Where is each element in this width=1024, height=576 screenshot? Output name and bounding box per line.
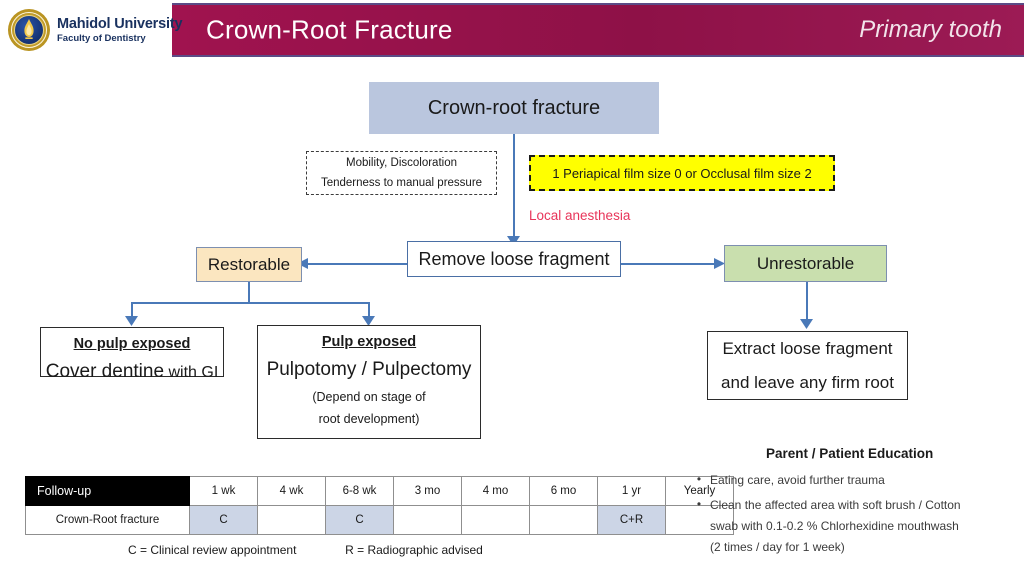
node-unrestorable[interactable]: Unrestorable (724, 245, 887, 282)
clinical-signs-line1: Mobility, Discoloration (346, 156, 457, 169)
followup-table: Follow-up 1 wk 4 wk 6-8 wk 3 mo 4 mo 6 m… (25, 476, 734, 535)
row-label-crown-root-fracture: Crown-Root fracture (25, 505, 190, 535)
arrowhead-to-extract (800, 319, 813, 329)
node-restorable-label: Restorable (207, 254, 291, 274)
node-clinical-signs: Mobility, Discoloration Tenderness to ma… (306, 151, 497, 195)
arrowhead-to-no-pulp (125, 316, 138, 326)
node-crown-root-fracture-label: Crown-root fracture (427, 96, 601, 119)
clinical-signs-line2: Tenderness to manual pressure (320, 177, 483, 189)
cell-3 (393, 505, 462, 535)
no-pulp-title: No pulp exposed (73, 336, 191, 352)
flame-emblem-icon (24, 19, 34, 39)
connector-remove-to-unrestorable (620, 263, 716, 265)
cell-4 (461, 505, 530, 535)
extract-line1: Extract loose fragment (722, 338, 893, 358)
node-radiograph-requirement: 1 Periapical film size 0 or Occlusal fil… (529, 155, 835, 191)
logo-faculty-name: Faculty of Dentistry (57, 33, 146, 44)
header-subtitle: Primary tooth (859, 16, 1002, 43)
list-item: • Clean the affected area with soft brus… (688, 495, 1024, 558)
education-item-0-line-0: Eating care, avoid further trauma (710, 473, 885, 487)
list-item: • Eating care, avoid further trauma (688, 470, 1024, 491)
table-header-row: Follow-up 1 wk 4 wk 6-8 wk 3 mo 4 mo 6 m… (25, 476, 734, 506)
node-no-pulp-exposed[interactable]: No pulp exposed Cover dentine with GI (40, 327, 224, 382)
node-unrestorable-label: Unrestorable (756, 253, 855, 273)
node-remove-loose-fragment[interactable]: Remove loose fragment (407, 241, 621, 277)
slide-canvas: Crown-Root Fracture Primary tooth Mahido… (0, 0, 1024, 576)
no-pulp-main: Cover dentine (45, 361, 165, 382)
cell-1 (257, 505, 326, 535)
legend-clinical: C = Clinical review appointment (128, 543, 297, 557)
legend-radiographic: R = Radiographic advised (345, 543, 483, 557)
node-remove-loose-fragment-label: Remove loose fragment (418, 248, 610, 269)
column-header-2: 6-8 wk (325, 476, 394, 506)
connector-remove-to-restorable (306, 263, 410, 265)
mahidol-seal-icon (8, 9, 50, 51)
connector-restorable-bridge (131, 302, 369, 304)
education-list: • Eating care, avoid further trauma • Cl… (688, 470, 1024, 562)
radiograph-requirement-label: 1 Periapical film size 0 or Occlusal fil… (552, 165, 812, 181)
node-pulp-exposed[interactable]: Pulp exposed Pulpotomy / Pulpectomy (Dep… (257, 325, 481, 439)
header-bar: Crown-Root Fracture Primary tooth (172, 3, 1024, 57)
column-header-6: 1 yr (597, 476, 666, 506)
logo-university-name: Mahidol University (57, 15, 183, 32)
connector-top-to-remove (513, 134, 515, 240)
table-row: Crown-Root fracture C C C+R (25, 505, 734, 535)
column-header-3: 3 mo (393, 476, 462, 506)
pulp-exposed-sub2: root development) (318, 412, 420, 426)
extract-line2: and leave any firm root (721, 372, 894, 392)
pulp-exposed-title: Pulp exposed (321, 334, 417, 350)
column-header-4: 4 mo (461, 476, 530, 506)
pulp-exposed-main: Pulpotomy / Pulpectomy (266, 359, 472, 380)
cell-5 (529, 505, 598, 535)
column-header-0: 1 wk (189, 476, 258, 506)
column-header-5: 6 mo (529, 476, 598, 506)
no-pulp-main-small: with GI (168, 364, 219, 381)
node-restorable[interactable]: Restorable (196, 247, 302, 282)
university-logo: Mahidol University Faculty of Dentistry (8, 6, 183, 54)
education-item-1-lines: Clean the affected area with soft brush … (710, 495, 961, 558)
bullet-icon: • (696, 472, 702, 486)
cell-6: C+R (597, 505, 666, 535)
table-legend: C = Clinical review appointment R = Radi… (128, 543, 483, 557)
education-title: Parent / Patient Education (766, 446, 934, 461)
cell-2: C (325, 505, 394, 535)
page-title: Crown-Root Fracture (206, 14, 453, 45)
education-item-1-line-1: swab with 0.1-0.2 % Chlorhexidine mouthw… (710, 519, 959, 533)
node-extract-loose-fragment[interactable]: Extract loose fragment and leave any fir… (707, 331, 908, 400)
pulp-exposed-sub1: (Depend on stage of (312, 390, 426, 404)
column-header-1: 4 wk (257, 476, 326, 506)
connector-restorable-stem (248, 281, 250, 303)
label-local-anesthesia: Local anesthesia (529, 208, 631, 223)
no-pulp-treatment: Cover dentine with GI (46, 361, 219, 383)
followup-header-cell: Follow-up (25, 476, 190, 506)
education-item-1-line-2: (2 times / day for 1 week) (710, 540, 845, 554)
education-item-1-line-0: Clean the affected area with soft brush … (710, 498, 961, 512)
bullet-icon: • (696, 497, 702, 511)
node-crown-root-fracture[interactable]: Crown-root fracture (369, 82, 659, 134)
cell-0: C (189, 505, 258, 535)
connector-unrestorable-to-extract (806, 281, 808, 323)
